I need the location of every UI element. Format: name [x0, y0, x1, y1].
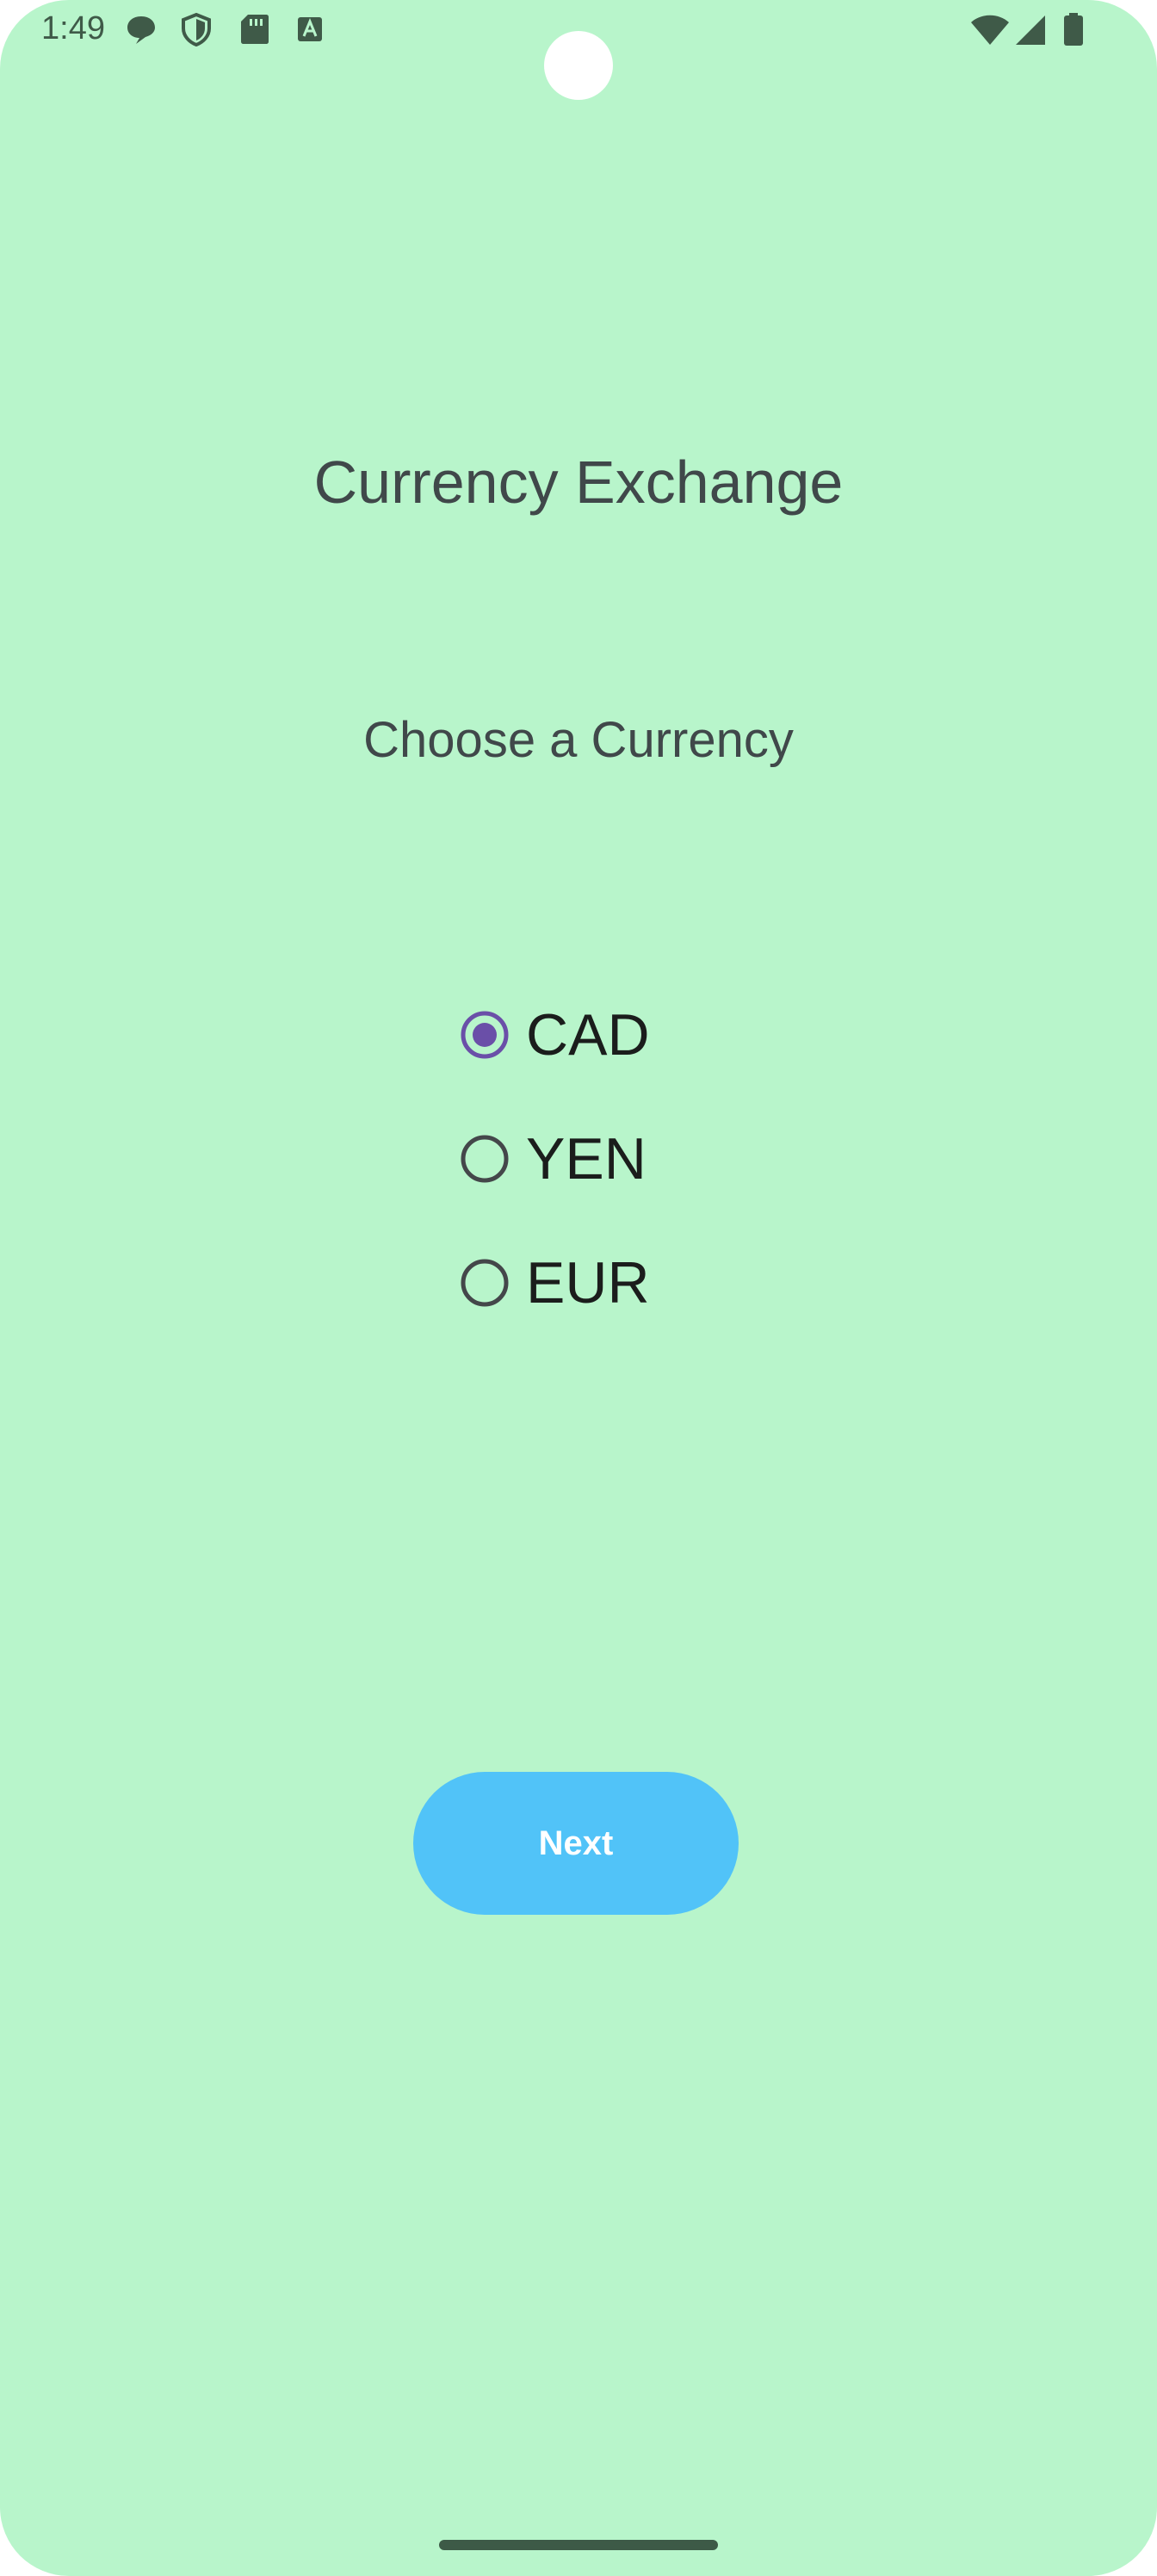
wifi-icon — [971, 15, 1009, 45]
radio-unselected-icon[interactable] — [461, 1259, 509, 1307]
home-indicator[interactable] — [439, 2540, 718, 2550]
radio-unselected-icon[interactable] — [461, 1135, 509, 1183]
radio-option-eur[interactable]: EUR — [456, 1221, 852, 1345]
radio-option-yen[interactable]: YEN — [456, 1097, 852, 1221]
shield-icon — [182, 12, 211, 46]
app-screen: 1:49 Currency Exchange Choose a Currency… — [0, 0, 1157, 2576]
radio-option-cad[interactable]: CAD — [456, 973, 852, 1097]
signal-icon — [1016, 15, 1045, 45]
camera-cutout — [544, 31, 613, 100]
chat-bubble-icon — [127, 16, 155, 44]
currency-radio-group: CAD YEN EUR — [456, 973, 852, 1345]
radio-label-cad: CAD — [526, 1002, 650, 1068]
next-button[interactable]: Next — [413, 1772, 739, 1915]
page-subtitle: Choose a Currency — [363, 712, 794, 768]
radio-label-yen: YEN — [526, 1126, 647, 1192]
text-a-icon — [298, 17, 322, 41]
status-time: 1:49 — [41, 10, 105, 46]
battery-icon — [1064, 13, 1083, 46]
sd-card-icon — [241, 15, 269, 44]
radio-selected-icon[interactable] — [461, 1011, 509, 1059]
radio-label-eur: EUR — [526, 1250, 650, 1316]
page-title: Currency Exchange — [313, 449, 844, 516]
